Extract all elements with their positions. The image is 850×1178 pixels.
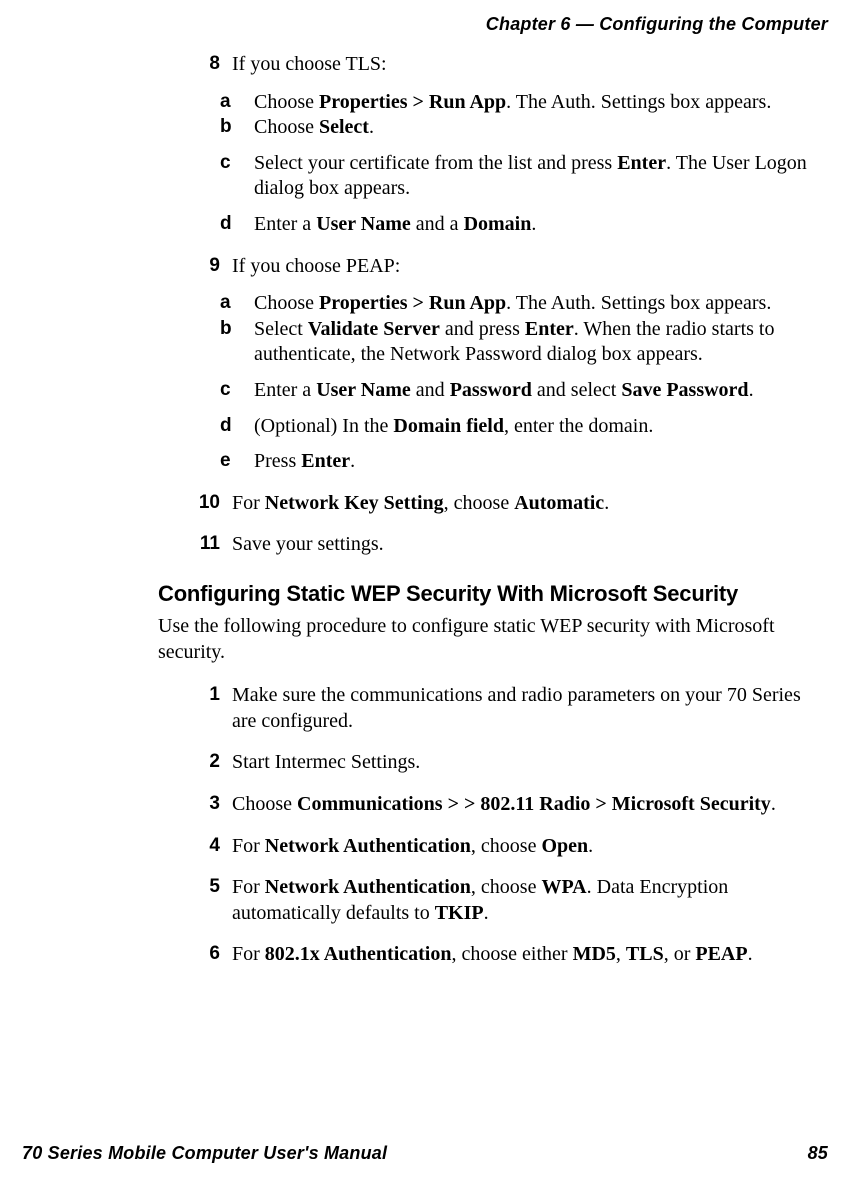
- sub-body: (Optional) In the Domain field, enter th…: [254, 414, 828, 440]
- chapter-header: Chapter 6 — Configuring the Computer: [486, 14, 828, 35]
- sec-step-6: 6 For 802.1x Authentication, choose eith…: [180, 942, 828, 968]
- sec-step-2: 2 Start Intermec Settings.: [180, 750, 828, 776]
- step-9c: c Enter a User Name and Password and sel…: [220, 378, 828, 404]
- step-8-sublist: a Choose Properties > Run App. The Auth.…: [220, 90, 828, 238]
- step-9b: b Select Validate Server and press Enter…: [220, 317, 828, 368]
- step-number: 3: [180, 792, 232, 816]
- sub-body: Select Validate Server and press Enter. …: [254, 317, 828, 368]
- sub-body: Select your certificate from the list an…: [254, 151, 828, 202]
- step-body: If you choose TLS:: [232, 52, 828, 78]
- step-body: Make sure the communications and radio p…: [232, 683, 828, 734]
- step-8: 8 If you choose TLS:: [180, 52, 828, 78]
- step-number: 8: [180, 52, 232, 76]
- sub-letter: c: [220, 151, 254, 175]
- step-body: Save your settings.: [232, 532, 828, 558]
- step-number: 10: [180, 491, 232, 515]
- step-9: 9 If you choose PEAP:: [180, 254, 828, 280]
- manual-title: 70 Series Mobile Computer User's Manual: [22, 1143, 387, 1164]
- step-number: 1: [180, 683, 232, 707]
- step-number: 5: [180, 875, 232, 899]
- step-number: 6: [180, 942, 232, 966]
- step-9e: e Press Enter.: [220, 449, 828, 475]
- section-heading: Configuring Static WEP Security With Mic…: [158, 580, 828, 608]
- sec-step-1: 1 Make sure the communications and radio…: [180, 683, 828, 734]
- sec-step-5: 5 For Network Authentication, choose WPA…: [180, 875, 828, 926]
- step-9d: d (Optional) In the Domain field, enter …: [220, 414, 828, 440]
- step-10: 10 For Network Key Setting, choose Autom…: [180, 491, 828, 517]
- section-intro: Use the following procedure to configure…: [158, 614, 828, 665]
- sub-letter: a: [220, 90, 254, 114]
- content: 8 If you choose TLS: a Choose Properties…: [180, 52, 828, 968]
- step-number: 9: [180, 254, 232, 278]
- step-body: Choose Communications > > 802.11 Radio >…: [232, 792, 828, 818]
- step-body: Start Intermec Settings.: [232, 750, 828, 776]
- sec-step-4: 4 For Network Authentication, choose Ope…: [180, 834, 828, 860]
- step-number: 11: [180, 532, 232, 556]
- step-9a: a Choose Properties > Run App. The Auth.…: [220, 291, 828, 317]
- step-8b: b Choose Select.: [220, 115, 828, 141]
- sec-step-3: 3 Choose Communications > > 802.11 Radio…: [180, 792, 828, 818]
- step-9-sublist: a Choose Properties > Run App. The Auth.…: [220, 291, 828, 475]
- step-body: For Network Authentication, choose WPA. …: [232, 875, 828, 926]
- step-11: 11 Save your settings.: [180, 532, 828, 558]
- page-footer: 70 Series Mobile Computer User's Manual …: [22, 1143, 828, 1164]
- sub-body: Enter a User Name and a Domain.: [254, 212, 828, 238]
- page: Chapter 6 — Configuring the Computer 8 I…: [0, 0, 850, 1178]
- step-body: For Network Authentication, choose Open.: [232, 834, 828, 860]
- step-8d: d Enter a User Name and a Domain.: [220, 212, 828, 238]
- step-body: For Network Key Setting, choose Automati…: [232, 491, 828, 517]
- sub-body: Choose Select.: [254, 115, 828, 141]
- sub-letter: b: [220, 317, 254, 341]
- step-body: For 802.1x Authentication, choose either…: [232, 942, 828, 968]
- page-number: 85: [808, 1143, 828, 1164]
- sub-letter: e: [220, 449, 254, 473]
- step-8c: c Select your certificate from the list …: [220, 151, 828, 202]
- sub-body: Enter a User Name and Password and selec…: [254, 378, 828, 404]
- step-body: If you choose PEAP:: [232, 254, 828, 280]
- step-number: 4: [180, 834, 232, 858]
- sub-letter: d: [220, 212, 254, 236]
- step-8a: a Choose Properties > Run App. The Auth.…: [220, 90, 828, 116]
- sub-letter: b: [220, 115, 254, 139]
- sub-letter: a: [220, 291, 254, 315]
- step-number: 2: [180, 750, 232, 774]
- sub-body: Choose Properties > Run App. The Auth. S…: [254, 291, 828, 317]
- sub-letter: c: [220, 378, 254, 402]
- sub-body: Press Enter.: [254, 449, 828, 475]
- sub-body: Choose Properties > Run App. The Auth. S…: [254, 90, 828, 116]
- sub-letter: d: [220, 414, 254, 438]
